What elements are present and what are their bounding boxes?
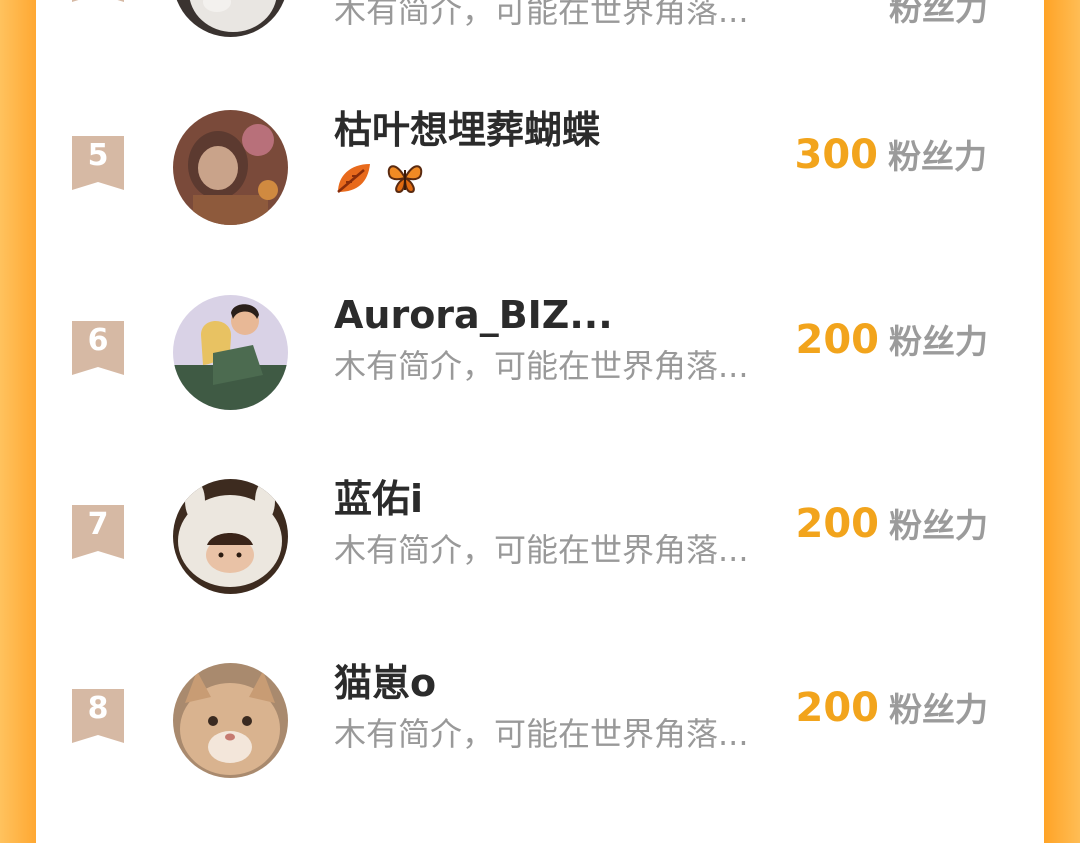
fallen-leaf-icon [334, 160, 374, 200]
fan-power-unit: 粉丝力 [889, 322, 988, 361]
bio-emojis [334, 160, 431, 200]
user-bio: 木有简介，可能在世界角落... [334, 0, 749, 30]
avatar[interactable] [173, 110, 288, 225]
rank-number: 5 [87, 138, 109, 173]
fan-power-value: 300 [794, 132, 879, 178]
fan-power-value: 200 [795, 317, 880, 363]
rank-badge: 6 [72, 321, 124, 375]
user-name[interactable]: 枯叶想埋葬蝴蝶 [334, 106, 600, 154]
rank-number: 7 [87, 507, 109, 542]
right-orange-edge [1044, 0, 1080, 843]
left-orange-edge [0, 0, 36, 843]
rank-badge [72, 0, 124, 2]
user-bio: 木有简介，可能在世界角落... [334, 715, 749, 753]
fan-power-score: 300 粉丝力 [795, 130, 988, 188]
user-bio: 木有简介，可能在世界角落... [334, 531, 749, 569]
fan-power-score: 粉丝力 [879, 0, 988, 40]
avatar[interactable] [173, 663, 288, 778]
user-name[interactable]: 猫崽o [334, 659, 436, 707]
fan-power-value: 200 [795, 501, 880, 547]
avatar[interactable] [173, 0, 288, 37]
rank-row[interactable]: 5 枯叶想埋葬蝴蝶 300 粉丝力 [36, 92, 1044, 242]
fan-power-value: 200 [795, 685, 880, 731]
fan-power-unit: 粉丝力 [889, 0, 988, 28]
rank-row[interactable]: 木有简介，可能在世界角落... 粉丝力 [36, 0, 1044, 54]
rank-number: 6 [87, 323, 109, 358]
rank-row[interactable]: 8 猫崽o 木有简介，可能在世界角落... 200 粉丝力 [36, 645, 1044, 795]
user-bio: 木有简介，可能在世界角落... [334, 347, 749, 385]
fan-power-unit: 粉丝力 [889, 506, 988, 545]
rank-badge: 8 [72, 689, 124, 743]
user-name[interactable]: 蓝佑i [334, 475, 423, 523]
rank-badge: 7 [72, 505, 124, 559]
rank-badge: 5 [72, 136, 124, 190]
fan-power-unit: 粉丝力 [888, 137, 987, 176]
avatar[interactable] [173, 479, 288, 594]
avatar[interactable] [173, 295, 288, 410]
fan-power-score: 200 粉丝力 [796, 499, 989, 557]
user-name[interactable]: Aurora_BIZ... [334, 291, 613, 339]
fan-power-score: 200 粉丝力 [796, 315, 989, 373]
rank-row[interactable]: 7 蓝佑i 木有简介，可能在世界角落... 200 粉丝力 [36, 461, 1044, 611]
fan-power-unit: 粉丝力 [889, 690, 988, 729]
fan-power-score: 200 粉丝力 [796, 683, 989, 741]
rank-number: 8 [87, 691, 109, 726]
butterfly-icon [385, 160, 425, 200]
rank-row[interactable]: 6 Aurora_BIZ... 木有简介，可能在世界角落... 200 粉丝力 [36, 277, 1044, 427]
